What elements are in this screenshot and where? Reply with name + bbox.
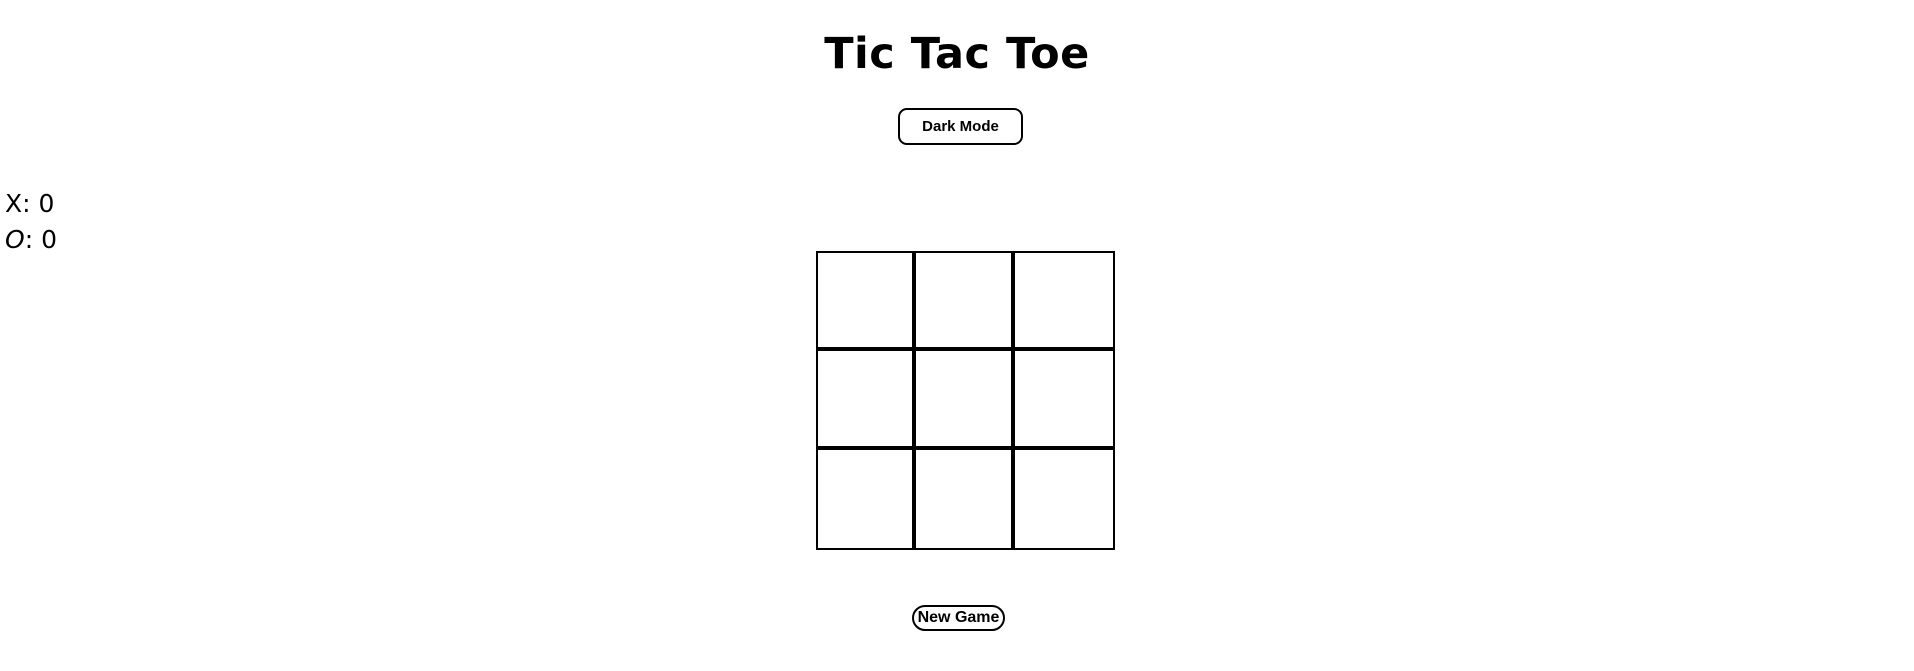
page-title: Tic Tac Toe bbox=[824, 29, 1090, 79]
game-page: Tic Tac Toe Dark Mode X: 0 O: 0 New Game bbox=[0, 0, 1914, 671]
score-x-separator: : bbox=[22, 189, 39, 218]
board-cell-8[interactable] bbox=[1014, 449, 1113, 548]
board-cell-0[interactable] bbox=[818, 253, 917, 352]
scoreboard: X: 0 O: 0 bbox=[5, 186, 57, 258]
score-x-label: X bbox=[5, 189, 23, 218]
game-board bbox=[816, 251, 1115, 550]
board-cell-2[interactable] bbox=[1014, 253, 1113, 352]
score-x-value: 0 bbox=[38, 189, 55, 218]
board-cell-3[interactable] bbox=[818, 351, 917, 450]
score-x: X: 0 bbox=[5, 186, 57, 222]
board-cell-4[interactable] bbox=[916, 351, 1015, 450]
board-cell-1[interactable] bbox=[916, 253, 1015, 352]
dark-mode-button[interactable]: Dark Mode bbox=[898, 108, 1023, 145]
board-cell-6[interactable] bbox=[818, 449, 917, 548]
score-o-separator: : bbox=[24, 225, 42, 254]
board-cell-5[interactable] bbox=[1014, 351, 1113, 450]
score-o-label: O bbox=[5, 225, 25, 254]
score-o: O: 0 bbox=[5, 222, 57, 258]
board-cell-7[interactable] bbox=[916, 449, 1015, 548]
score-o-value: 0 bbox=[41, 225, 57, 254]
new-game-button[interactable]: New Game bbox=[912, 605, 1005, 631]
